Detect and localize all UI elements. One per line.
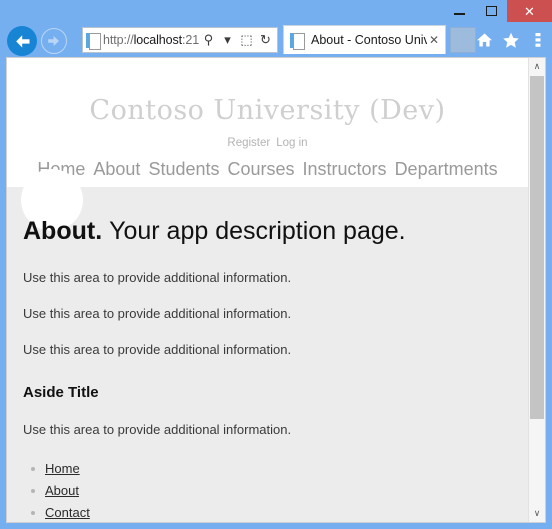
close-icon: ✕ (524, 3, 535, 19)
tab-title: About - Contoso Univ... (311, 33, 427, 47)
search-icon[interactable]: ⚲ (199, 29, 218, 51)
maximize-icon (485, 6, 497, 16)
page-viewport: Contoso University (Dev) Register Log in … (6, 57, 546, 523)
list-item: Home (31, 458, 512, 480)
minimize-icon (453, 13, 465, 15)
chevron-down-icon[interactable]: ▾ (218, 29, 237, 51)
aside-link-contact[interactable]: Contact (45, 505, 90, 520)
account-nav: Register Log in (7, 137, 528, 149)
forward-arrow-icon (48, 36, 59, 46)
back-button[interactable] (7, 26, 37, 56)
scroll-down-icon[interactable]: ∨ (529, 505, 545, 522)
nav-item-instructors[interactable]: Instructors (303, 159, 387, 179)
body-paragraph: Use this area to provide additional info… (23, 306, 292, 322)
home-glyph-icon (476, 33, 492, 47)
address-input[interactable]: http://localhost:214 (103, 33, 199, 47)
scroll-up-icon[interactable]: ∧ (529, 58, 545, 75)
page-title: About. Your app description page. (23, 187, 512, 246)
minimize-button[interactable] (443, 0, 475, 22)
register-link[interactable]: Register (227, 137, 270, 149)
aside-link-home[interactable]: Home (45, 461, 80, 476)
nav-item-courses[interactable]: Courses (228, 159, 295, 179)
scrollbar-thumb[interactable] (530, 76, 544, 419)
home-icon[interactable] (472, 28, 496, 52)
body-paragraph: Use this area to provide additional info… (23, 270, 292, 286)
page-title-light: Your app description page. (109, 217, 406, 246)
nav-item-students[interactable]: Students (148, 159, 219, 179)
toolbar-icons (472, 28, 550, 52)
page-body: About. Your app description page. Use th… (7, 169, 528, 522)
list-item: Contact (31, 502, 512, 522)
browser-toolbar: http://localhost:214 ⚲ ▾ ⬚ ↻ About - Con… (0, 22, 552, 58)
maximize-button[interactable] (475, 0, 507, 22)
nav-item-departments[interactable]: Departments (395, 159, 498, 179)
favorites-star-icon[interactable] (499, 28, 523, 52)
window-controls: ✕ (443, 0, 552, 22)
forward-button[interactable] (41, 28, 67, 54)
page-title-strong: About. (23, 217, 103, 246)
compatibility-view-icon[interactable]: ⬚ (237, 29, 256, 51)
close-button[interactable]: ✕ (507, 0, 552, 22)
refresh-icon[interactable]: ↻ (256, 29, 275, 51)
address-bar[interactable]: http://localhost:214 ⚲ ▾ ⬚ ↻ (82, 27, 278, 53)
aside-paragraph: Use this area to provide additional info… (23, 422, 292, 438)
login-link[interactable]: Log in (276, 137, 307, 149)
tools-gear-icon[interactable] (526, 28, 550, 52)
list-item: About (31, 480, 512, 502)
body-paragraph: Use this area to provide additional info… (23, 342, 292, 358)
gear-glyph-icon (535, 33, 541, 47)
web-page: Contoso University (Dev) Register Log in … (7, 71, 528, 522)
nav-item-about[interactable]: About (93, 159, 140, 179)
back-arrow-icon (15, 34, 29, 48)
site-header: Contoso University (Dev) Register Log in … (7, 71, 528, 188)
browser-window: ✕ http://localhost:214 ⚲ ▾ ⬚ ↻ About - C… (0, 0, 552, 529)
site-brand-title[interactable]: Contoso University (Dev) (7, 95, 528, 126)
tab-favicon-icon (290, 32, 305, 50)
browser-tab[interactable]: About - Contoso Univ... ✕ (283, 25, 446, 54)
vertical-scrollbar[interactable]: ∧ ∨ (528, 58, 545, 522)
main-nav: Home About Students Courses Instructors Depar… (7, 159, 528, 187)
aside-link-list: Home About Contact (23, 458, 512, 522)
aside-title: Aside Title (23, 384, 99, 402)
aside-link-about[interactable]: About (45, 483, 79, 498)
star-glyph-icon (503, 32, 519, 48)
page-document-icon (86, 32, 101, 50)
tab-close-icon[interactable]: ✕ (427, 33, 441, 47)
title-bar: ✕ (0, 0, 552, 22)
